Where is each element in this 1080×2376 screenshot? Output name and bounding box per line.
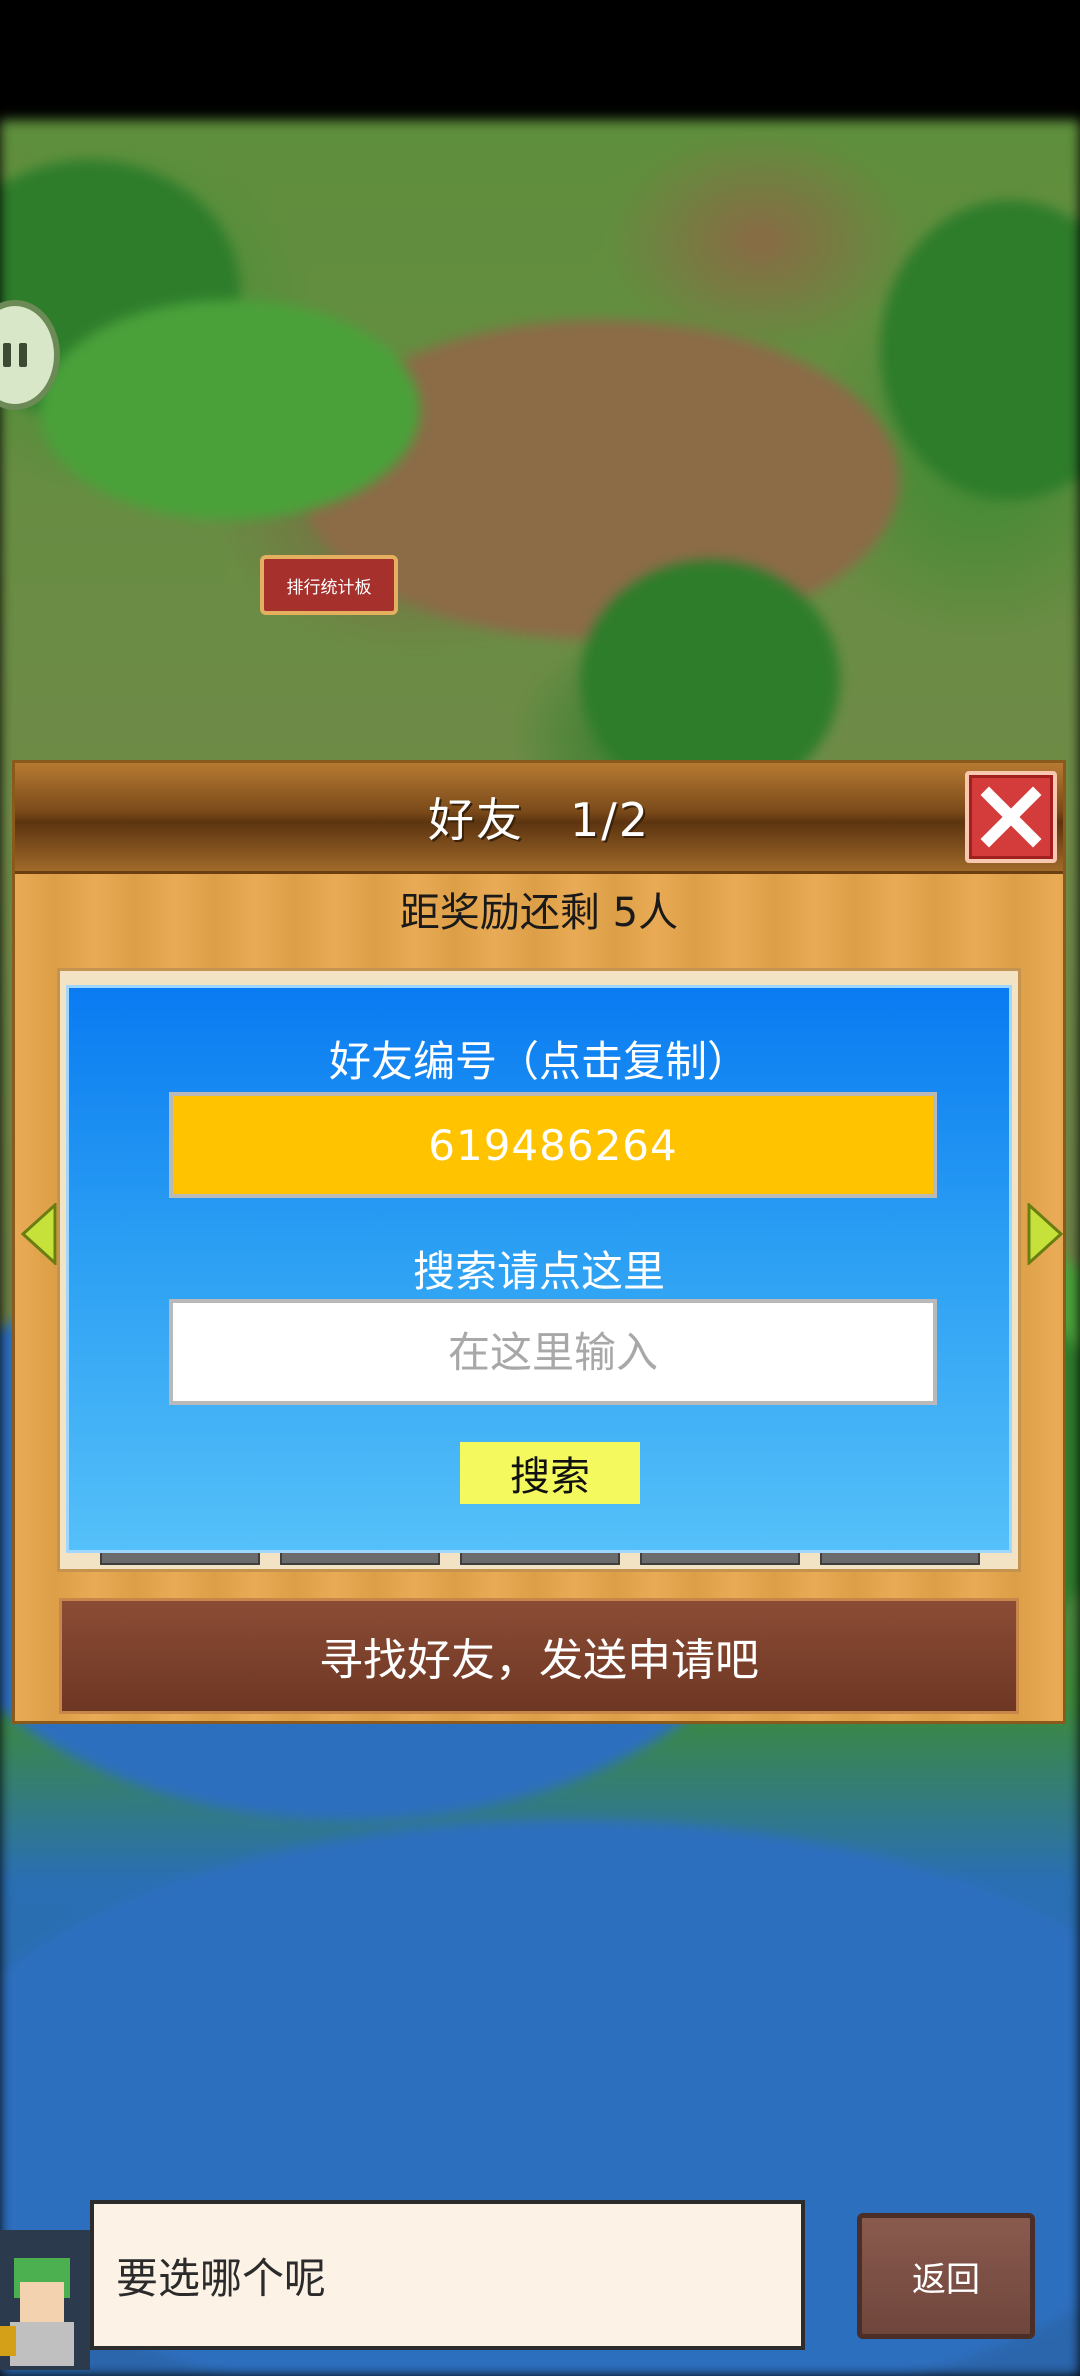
back-button[interactable]: 返回 <box>857 2213 1035 2339</box>
character-avatar <box>0 2230 90 2370</box>
friend-id-label: 好友编号（点击复制） <box>328 1037 749 1086</box>
speech-bubble: 要选哪个呢 <box>90 2200 805 2350</box>
friend-panel-frame: 好友编号（点击复制） 619486264 搜索请点这里 搜索 <box>57 968 1021 1572</box>
friend-search-panel: 好友编号（点击复制） 619486264 搜索请点这里 搜索 <box>66 985 1012 1553</box>
search-button[interactable]: 搜索 <box>460 1442 640 1504</box>
dialog-title-text: 好友 <box>427 793 524 847</box>
arrow-left-icon[interactable] <box>21 1203 57 1265</box>
friend-dialog: 好友 1/2 距奖励还剩 5人 好友编号（点击复制） 619486264 搜索请点… <box>12 760 1066 1724</box>
page-indicator: 1/2 <box>569 793 651 847</box>
reward-remaining-text: 距奖励还剩 5人 <box>399 890 679 936</box>
pause-icon <box>3 343 11 367</box>
close-button[interactable] <box>965 771 1057 863</box>
search-label: 搜索请点这里 <box>412 1247 665 1296</box>
dialog-title: 好友 1/2 <box>428 784 650 850</box>
close-icon <box>980 786 1042 848</box>
dialog-header: 好友 1/2 <box>15 763 1063 874</box>
arrow-right-icon[interactable] <box>1027 1203 1063 1265</box>
ranking-board-sign[interactable]: 排行统计板 <box>260 555 398 615</box>
friend-id-copy-field[interactable]: 619486264 <box>169 1092 937 1198</box>
status-bar <box>0 0 1080 120</box>
friend-search-input[interactable] <box>169 1299 937 1405</box>
find-friends-button[interactable]: 寻找好友，发送申请吧 <box>59 1598 1019 1714</box>
